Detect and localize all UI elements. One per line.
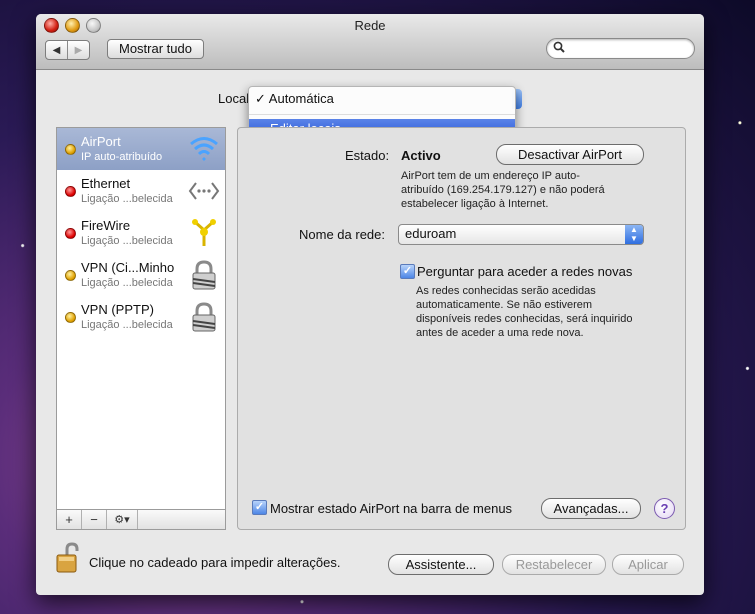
lock-icon (192, 302, 216, 332)
add-service-button[interactable]: + (57, 510, 82, 529)
padlock-icon[interactable] (56, 542, 80, 574)
service-vpn-pptp[interactable]: VPN (PPTP) Ligação ...belecida (57, 296, 225, 338)
search-input[interactable] (546, 38, 695, 59)
service-name: VPN (Ci...Minho (81, 260, 175, 275)
turn-airport-off-button[interactable]: Desactivar AirPort (496, 144, 644, 165)
status-dot-yellow (65, 144, 76, 155)
back-button[interactable]: ◀ (46, 41, 67, 59)
status-description-line: estabelecer ligação à Internet. (401, 198, 549, 210)
services-list: AirPort IP auto-atribuído Ethernet Ligaç… (56, 127, 226, 530)
apply-button[interactable]: Aplicar (612, 554, 684, 575)
ask-description-line: antes de aceder a uma rede nova. (416, 327, 584, 339)
service-status: IP auto-atribuído (81, 151, 163, 163)
action-menu-button[interactable]: ⚙▾ (107, 510, 138, 529)
service-status: Ligação ...belecida (81, 235, 173, 247)
advanced-button[interactable]: Avançadas... (541, 498, 641, 519)
forward-button[interactable]: ▶ (67, 41, 89, 59)
status-dot-red (65, 186, 76, 197)
service-name: AirPort (81, 134, 121, 149)
network-name-select[interactable]: eduroam ▲ ▼ (398, 224, 644, 245)
location-label: Local (218, 91, 250, 106)
status-dot-yellow (65, 270, 76, 281)
network-name-value: eduroam (405, 226, 457, 241)
services-toolbar: + − ⚙▾ (57, 509, 225, 529)
service-vpn-cisco[interactable]: VPN (Ci...Minho Ligação ...belecida (57, 254, 225, 296)
menu-separator (249, 114, 515, 115)
ask-new-networks-description: As redes conhecidas serão acedidas autom… (416, 284, 632, 340)
service-name: VPN (PPTP) (81, 302, 154, 317)
ask-new-networks-label: Perguntar para aceder a redes novas (417, 264, 633, 279)
ethernet-icon (188, 182, 220, 200)
status-dot-red (65, 228, 76, 239)
lock-icon (192, 260, 216, 290)
service-name: FireWire (81, 218, 131, 233)
revert-button[interactable]: Restabelecer (502, 554, 606, 575)
menu-item-automatic[interactable]: ✓ Automática (255, 91, 334, 107)
assistant-button[interactable]: Assistente... (388, 554, 494, 575)
wifi-icon (190, 137, 218, 161)
service-firewire[interactable]: FireWire Ligação ...belecida (57, 212, 225, 254)
ask-description-line: As redes conhecidas serão acedidas (416, 285, 596, 297)
search-icon (553, 41, 565, 56)
ask-new-networks-checkbox[interactable]: ✓ (400, 264, 415, 279)
firewire-icon (192, 219, 216, 246)
help-button[interactable]: ? (654, 498, 675, 519)
service-status: Ligação ...belecida (81, 319, 173, 331)
network-name-label: Nome da rede: (299, 227, 385, 242)
ask-description-line: disponíveis redes conhecidas, será inqui… (416, 313, 633, 325)
service-ethernet[interactable]: Ethernet Ligação ...belecida (57, 170, 225, 212)
status-description-line: AirPort tem de um endereço IP auto- (401, 170, 580, 182)
status-description-line: atribuído (169.254.179.127) e não poderá (401, 184, 605, 196)
select-arrows-icon: ▲ ▼ (625, 225, 643, 244)
show-in-menubar-checkbox[interactable]: ✓ (252, 500, 267, 515)
service-status: Ligação ...belecida (81, 193, 173, 205)
network-preferences-window: Rede ◀ ▶ Mostrar tudo Local ✓ Automática… (36, 14, 704, 595)
service-status: Ligação ...belecida (81, 277, 173, 289)
service-airport[interactable]: AirPort IP auto-atribuído (57, 128, 225, 170)
remove-service-button[interactable]: − (82, 510, 107, 529)
status-label: Estado: (345, 148, 390, 163)
ask-description-line: automaticamente. Se não estiverem (416, 299, 593, 311)
show-in-menubar-label: Mostrar estado AirPort na barra de menus (270, 501, 513, 516)
show-all-button[interactable]: Mostrar tudo (107, 39, 204, 59)
service-name: Ethernet (81, 176, 131, 191)
history-nav: ◀ ▶ (45, 40, 90, 60)
window-title: Rede (354, 18, 386, 33)
lock-instruction-text: Clique no cadeado para impedir alteraçõe… (89, 555, 341, 570)
status-description: AirPort tem de um endereço IP auto- atri… (401, 169, 605, 211)
status-value: Activo (401, 148, 441, 163)
title-bar: Rede ◀ ▶ Mostrar tudo (36, 14, 704, 70)
status-dot-yellow (65, 312, 76, 323)
